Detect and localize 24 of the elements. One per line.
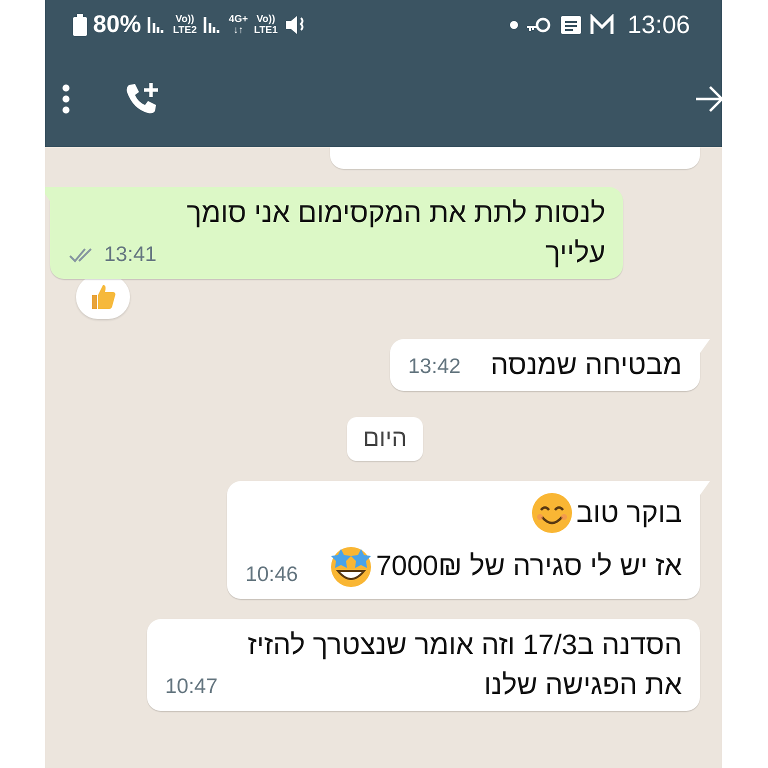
- network-label: Vo)) LTE2: [173, 14, 197, 36]
- message-text: בוקר טוב: [576, 497, 682, 529]
- message-text: עלייך: [545, 237, 606, 269]
- battery-level: 80%: [93, 11, 142, 39]
- mail-icon: [589, 14, 616, 36]
- network-label: 4G+ ↓↑: [228, 14, 248, 36]
- message-icon: [559, 14, 584, 36]
- message-time: 10:46: [245, 563, 298, 587]
- message-time: 13:42: [408, 355, 461, 379]
- forward-arrow-icon[interactable]: [696, 84, 722, 114]
- status-time: 13:06: [627, 10, 690, 40]
- date-chip: היום: [347, 417, 423, 461]
- message-time: 10:47: [165, 675, 218, 699]
- battery-icon: [73, 14, 87, 36]
- network-label: Vo)) LTE1: [254, 14, 278, 36]
- smiling-face-icon: [530, 491, 574, 535]
- message-text: לנסות לתת את המקסימום אני סומך: [186, 197, 606, 229]
- message-text: מבטיחה שמנסה: [490, 349, 682, 381]
- message-text: אז יש לי סגירה של 7000₪: [376, 550, 682, 582]
- menu-icon[interactable]: [61, 84, 71, 114]
- dot-icon: [509, 20, 520, 30]
- message-text: את הפגישה שלנו: [484, 669, 682, 701]
- message-time: 13:41: [104, 243, 157, 267]
- message-text: הסדנה ב17/3 וזה אומר שנצטרך להזיז: [248, 629, 682, 661]
